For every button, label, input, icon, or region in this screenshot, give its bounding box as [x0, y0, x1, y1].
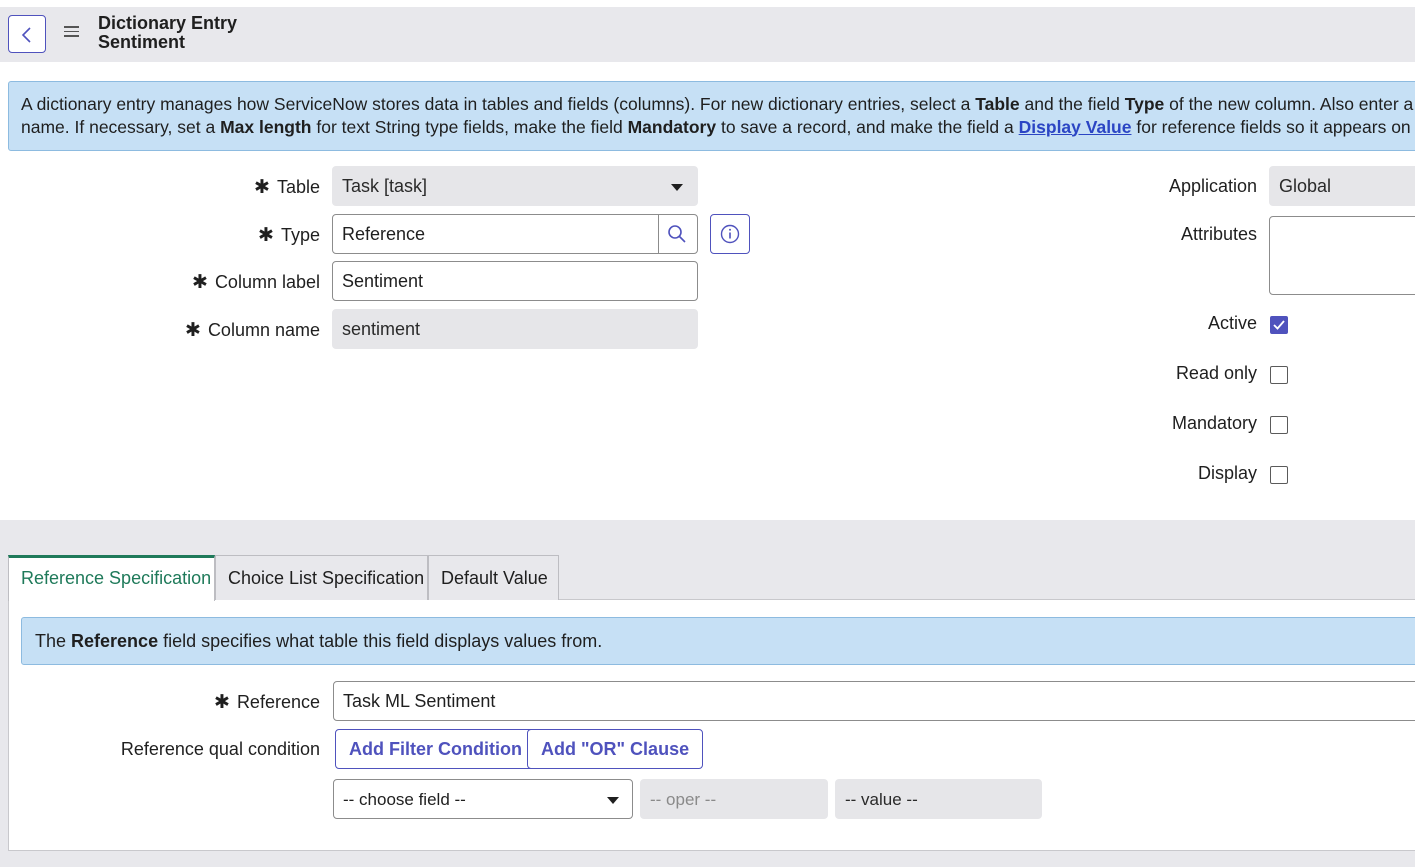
hamburger-menu-icon[interactable] — [64, 26, 79, 38]
column-name-field: sentiment — [332, 309, 698, 349]
dropdown-caret-icon — [671, 184, 683, 191]
column-label-input[interactable]: Sentiment — [332, 261, 698, 301]
display-label: Display — [1197, 463, 1257, 483]
read-only-checkbox[interactable] — [1270, 366, 1288, 384]
mandatory-icon: ✱ — [214, 692, 230, 713]
back-button[interactable] — [8, 15, 46, 53]
divider — [658, 215, 659, 253]
title-record: Sentiment — [98, 32, 186, 52]
info-text: and the field — [1019, 94, 1125, 114]
info-bold: Type — [1124, 94, 1165, 114]
tab-default-value[interactable]: Default Value — [428, 555, 559, 600]
value-field: -- value -- — [835, 779, 1042, 819]
table-label: ✱ Table — [254, 177, 320, 198]
info-text: The — [35, 631, 72, 651]
oper-select: -- oper -- — [640, 779, 828, 819]
tab-choice-list-specification[interactable]: Choice List Specification — [215, 555, 428, 600]
application-label: Application — [1168, 176, 1257, 196]
application-value: Global — [1279, 176, 1332, 196]
info-text: for text String type fields, make the fi… — [311, 116, 628, 137]
info-text: A dictionary entry manages how ServiceNo… — [21, 94, 976, 114]
type-label: ✱ Type — [258, 225, 320, 246]
tab-reference-specification[interactable]: Reference Specification — [8, 555, 215, 601]
info-bold: Max length — [220, 116, 312, 137]
column-label-value: Sentiment — [342, 271, 424, 291]
info-text: field specifies what table this field di… — [158, 631, 603, 651]
dropdown-caret-icon — [607, 797, 619, 804]
info-bold: Reference — [71, 631, 159, 651]
info-text: for reference fields so it appears on re… — [1136, 116, 1415, 137]
info-banner: A dictionary entry manages how ServiceNo… — [8, 81, 1415, 151]
info-text: name. If necessary, set a — [21, 116, 221, 137]
active-checkbox[interactable] — [1270, 316, 1288, 334]
column-label-label: ✱ Column label — [192, 272, 320, 293]
info-text: of the new column. Also enter a colum — [1169, 94, 1415, 114]
page-title: Dictionary Entry Sentiment — [98, 14, 237, 52]
title-table: Dictionary Entry — [98, 13, 238, 33]
display-value-link[interactable]: Display Value — [1019, 117, 1132, 137]
display-checkbox[interactable] — [1270, 466, 1288, 484]
checkmark-icon — [1273, 320, 1285, 330]
mandatory-icon: ✱ — [254, 177, 270, 198]
add-filter-condition-button[interactable]: Add Filter Condition — [335, 729, 536, 769]
chevron-left-icon — [21, 27, 31, 43]
type-field[interactable]: Reference — [332, 214, 698, 254]
info-text: to save a record, and make the field a — [716, 116, 1019, 137]
application-field: Global — [1269, 166, 1415, 206]
oper-value: -- oper -- — [650, 790, 717, 809]
choose-field-select[interactable]: -- choose field -- — [333, 779, 633, 819]
info-button[interactable] — [710, 214, 750, 254]
column-name-value: sentiment — [342, 319, 421, 339]
mandatory-icon: ✱ — [185, 320, 201, 341]
active-label: Active — [1207, 313, 1257, 333]
mandatory-checkbox[interactable] — [1270, 416, 1288, 434]
add-or-clause-button[interactable]: Add "OR" Clause — [527, 729, 704, 769]
mandatory-icon: ✱ — [258, 225, 274, 246]
reference-label: ✱ Reference — [214, 692, 320, 713]
type-value: Reference — [342, 224, 426, 244]
column-name-label: ✱ Column name — [185, 320, 320, 341]
reference-qual-label: Reference qual condition — [120, 739, 320, 759]
info-bold: Mandatory — [627, 116, 717, 137]
read-only-label: Read only — [1175, 363, 1257, 383]
value-value: -- value -- — [845, 790, 918, 809]
table-value: Task [task] — [342, 176, 428, 196]
info-bold: Table — [975, 94, 1020, 114]
choose-field-value: -- choose field -- — [343, 790, 466, 809]
reference-info-banner: The Reference field specifies what table… — [21, 617, 1415, 665]
search-icon[interactable] — [667, 224, 687, 244]
attributes-label: Attributes — [1180, 224, 1257, 244]
table-select[interactable]: Task [task] — [332, 166, 698, 206]
reference-input[interactable]: Task ML Sentiment — [333, 681, 1415, 721]
attributes-textarea[interactable] — [1269, 216, 1415, 295]
reference-value: Task ML Sentiment — [343, 691, 496, 711]
mandatory-label: Mandatory — [1171, 413, 1257, 433]
mandatory-icon: ✱ — [192, 272, 208, 293]
info-icon — [720, 224, 740, 244]
